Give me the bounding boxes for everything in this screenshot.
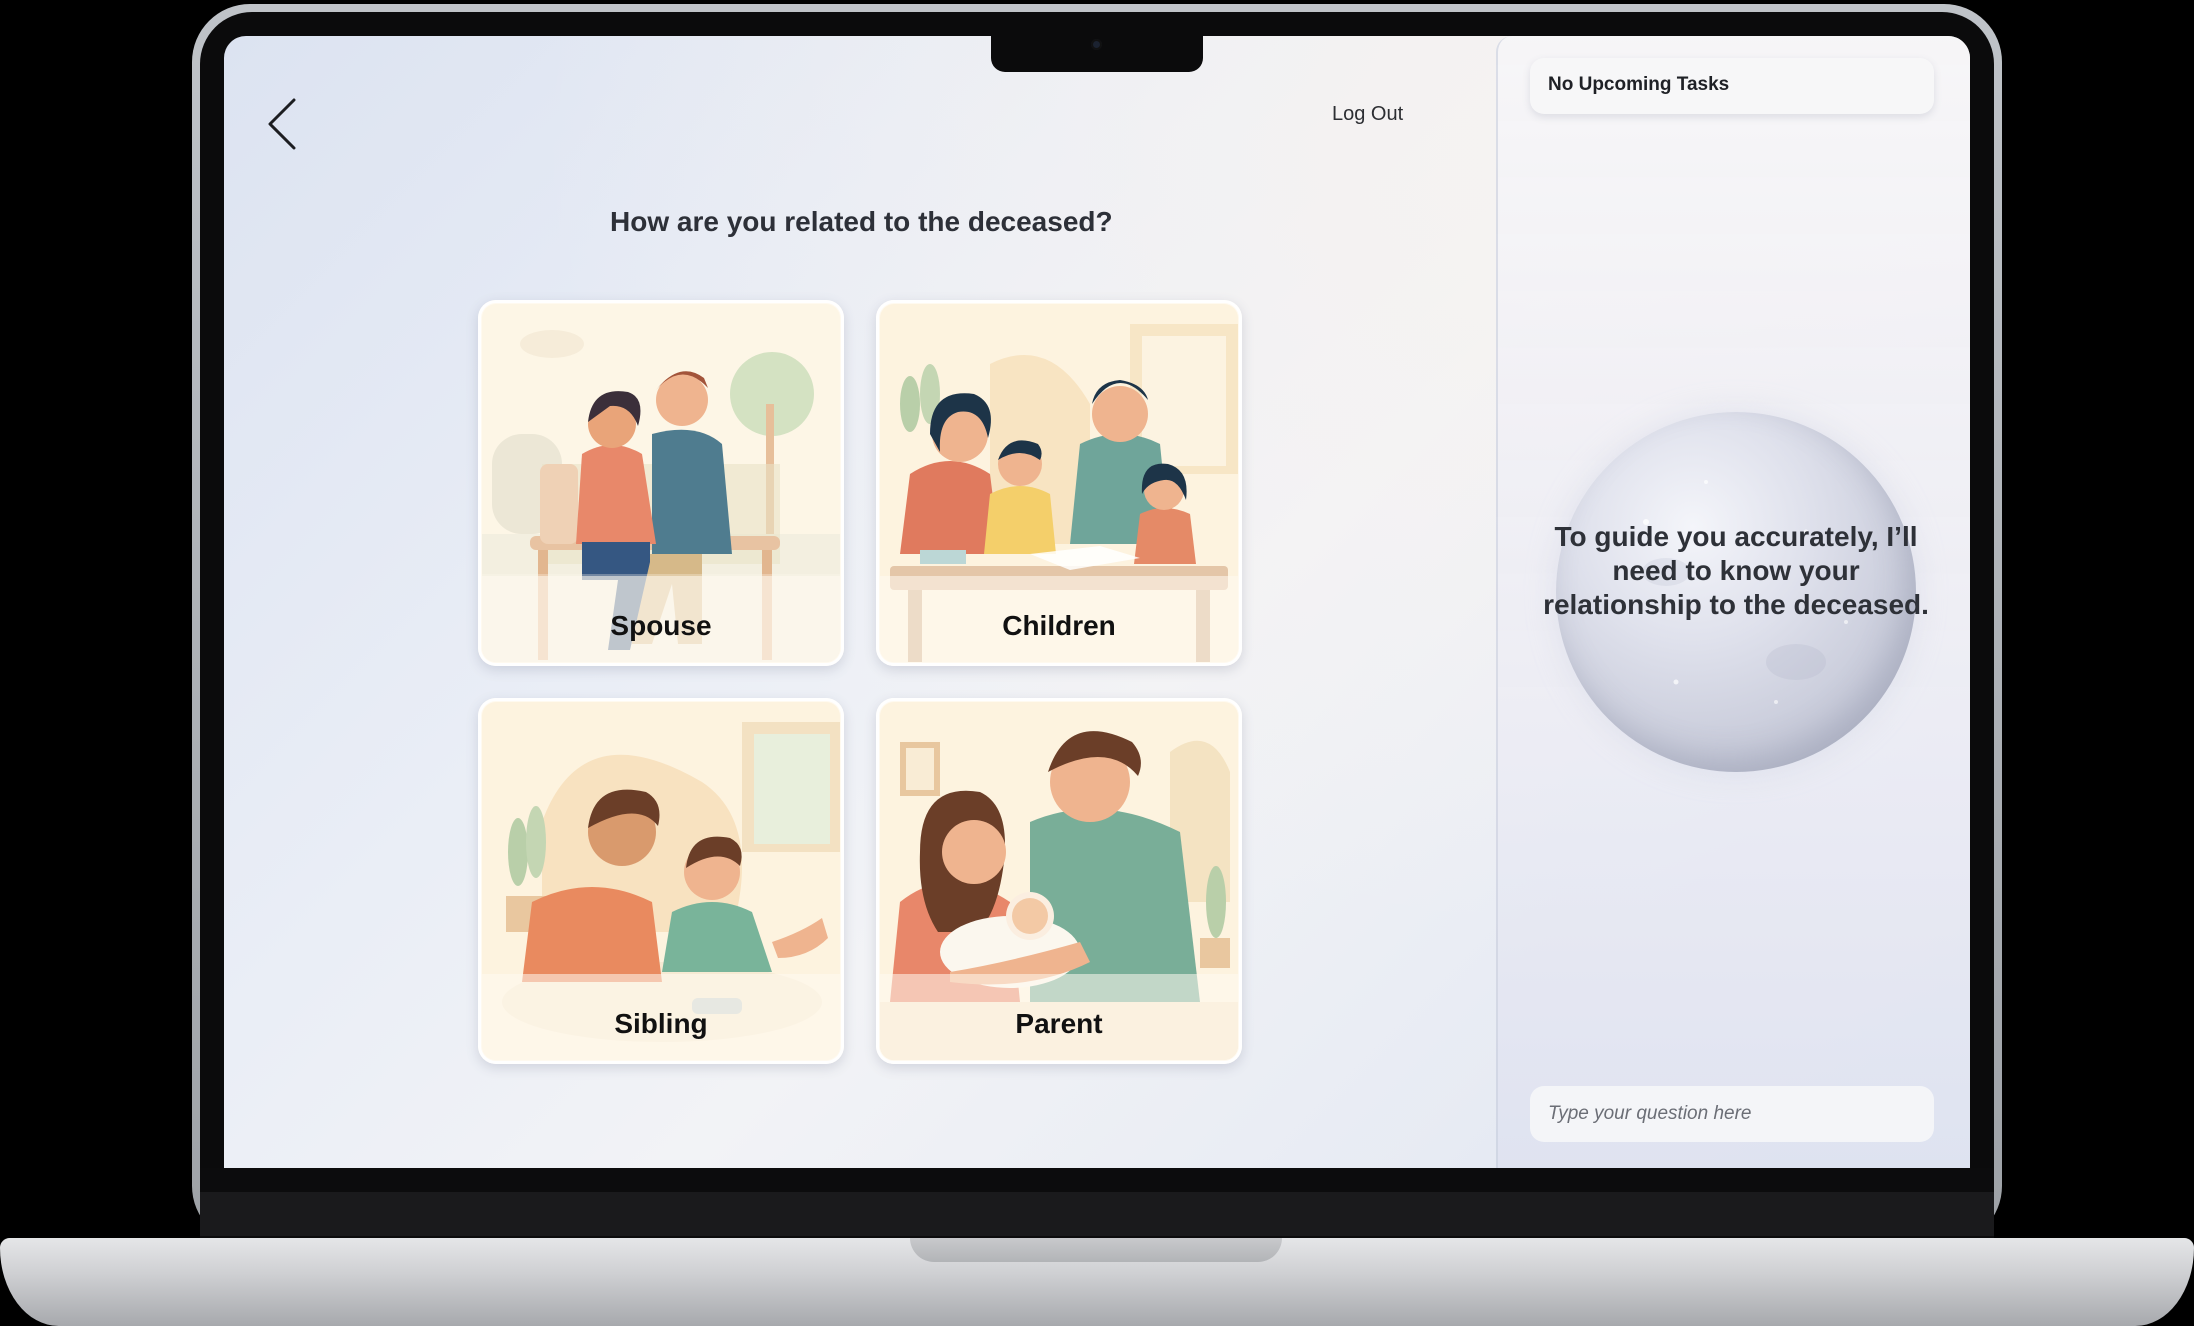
question-text: How are you related to the deceased? (610, 206, 1113, 237)
option-label: Children (1002, 610, 1116, 641)
laptop-thumb-notch (910, 1238, 1282, 1262)
assistant-message: To guide you accurately, I’ll need to kn… (1543, 521, 1929, 620)
option-card-children[interactable]: Children (876, 300, 1242, 666)
back-button[interactable] (264, 94, 304, 154)
option-label: Parent (1015, 1008, 1103, 1039)
camera-notch (991, 36, 1203, 72)
option-card-sibling[interactable]: Sibling (478, 698, 844, 1064)
camera-icon (1091, 39, 1102, 50)
option-card-spouse[interactable]: Spouse (478, 300, 844, 666)
chevron-left-icon (268, 98, 296, 150)
option-label: Sibling (614, 1008, 708, 1039)
option-card-parent[interactable]: Parent (876, 698, 1242, 1064)
relationship-options: Spouse Children Sibling Parent (478, 300, 1246, 1070)
assistant-panel: No Upcoming Tasks To guide you accuratel… (1496, 36, 1970, 1168)
app-screen: Log Out How are you related to the decea… (224, 36, 1970, 1168)
upcoming-tasks-card[interactable]: No Upcoming Tasks (1530, 58, 1934, 114)
option-label: Spouse (610, 610, 712, 641)
upcoming-tasks-label: No Upcoming Tasks (1548, 74, 1730, 95)
logout-link[interactable]: Log Out (1332, 103, 1403, 126)
question-input[interactable] (1530, 1086, 1934, 1142)
laptop-hinge (200, 1192, 1994, 1236)
page-title: How are you related to the deceased? (610, 206, 1560, 238)
